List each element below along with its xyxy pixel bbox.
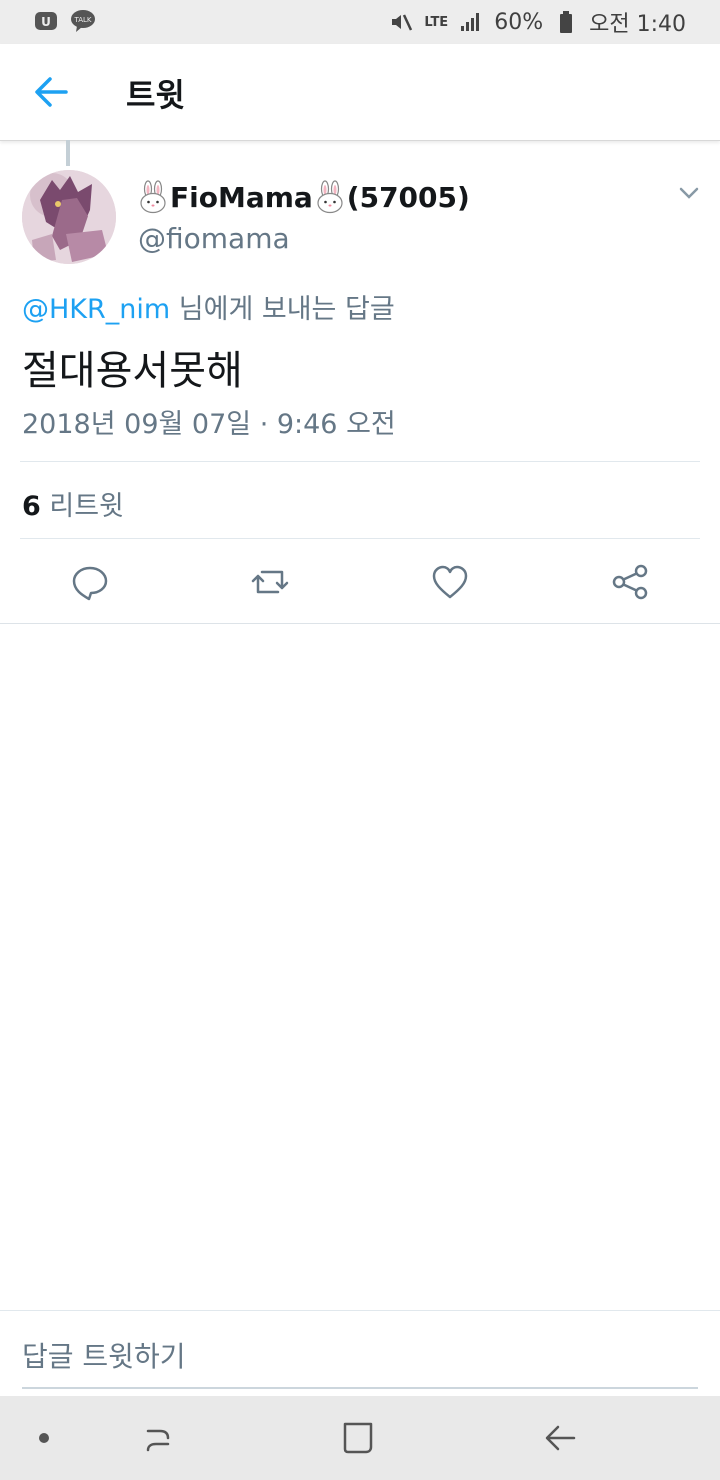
share-button[interactable] — [610, 562, 650, 602]
retweet-stats[interactable]: 6 리트윗 — [22, 484, 124, 523]
reply-composer: 답글 트윗하기 — [0, 1310, 720, 1397]
dot-icon — [39, 1433, 49, 1443]
talk-notification-icon: TALK — [70, 8, 96, 34]
clock: 오전 1:40 — [589, 12, 686, 37]
back-button[interactable] — [30, 74, 74, 110]
reply-button[interactable] — [70, 562, 110, 602]
top-app-bar: 트윗 — [0, 44, 720, 141]
like-button[interactable] — [430, 562, 470, 602]
home-button[interactable] — [338, 1418, 378, 1458]
retweet-label: 리트윗 — [40, 491, 124, 522]
reply-mention-link[interactable]: @HKR_nim — [22, 294, 170, 325]
recent-apps-icon — [146, 1429, 170, 1452]
reply-input[interactable]: 답글 트윗하기 — [22, 1335, 698, 1389]
back-arrow-icon — [545, 1425, 576, 1451]
tweet-text: 절대용서못해 — [22, 348, 243, 394]
retweet-icon — [251, 570, 289, 594]
rabbit-emoji-icon — [140, 180, 166, 214]
divider — [0, 623, 720, 624]
back-nav-button[interactable] — [540, 1418, 580, 1458]
network-type: LTE — [424, 14, 449, 30]
avatar[interactable] — [22, 170, 116, 264]
reply-context: @HKR_nim 님에게 보내는 답글 — [22, 287, 395, 326]
divider — [20, 538, 700, 539]
nav-dot-button[interactable] — [24, 1418, 64, 1458]
mute-icon — [388, 9, 414, 35]
home-square-icon — [343, 1422, 373, 1454]
user-handle[interactable]: @fiomama — [138, 222, 290, 255]
divider — [20, 461, 700, 462]
retweet-button[interactable] — [250, 562, 290, 602]
rabbit-emoji-icon — [317, 180, 343, 214]
chevron-down-icon — [679, 187, 699, 199]
arrow-left-icon — [35, 77, 68, 107]
retweet-count: 6 — [22, 491, 41, 522]
display-name[interactable]: FioMama (57005) — [138, 180, 470, 214]
battery-icon — [553, 9, 579, 35]
display-name-suffix: (57005) — [346, 180, 470, 214]
svg-text:U: U — [41, 15, 51, 29]
share-icon — [612, 564, 648, 600]
tweet-options-button[interactable] — [678, 184, 700, 202]
battery-percent: 60% — [494, 9, 544, 35]
reply-icon — [72, 566, 108, 601]
tweet-timestamp: 2018년 09월 07일 · 9:46 오전 — [22, 409, 396, 440]
system-navigation-bar — [0, 1396, 720, 1480]
tweet-actions — [0, 556, 720, 622]
svg-text:TALK: TALK — [73, 16, 91, 24]
page-title: 트윗 — [126, 76, 185, 114]
display-name-text: FioMama — [170, 180, 313, 214]
status-bar: U TALK LTE 60% 오전 1:40 — [0, 0, 720, 44]
signal-icon — [458, 9, 484, 35]
thread-connector-line — [66, 140, 70, 166]
recent-apps-button[interactable] — [138, 1418, 178, 1458]
app-notification-icon: U — [34, 8, 60, 34]
reply-context-text: 님에게 보내는 답글 — [170, 294, 395, 325]
heart-icon — [432, 565, 468, 599]
